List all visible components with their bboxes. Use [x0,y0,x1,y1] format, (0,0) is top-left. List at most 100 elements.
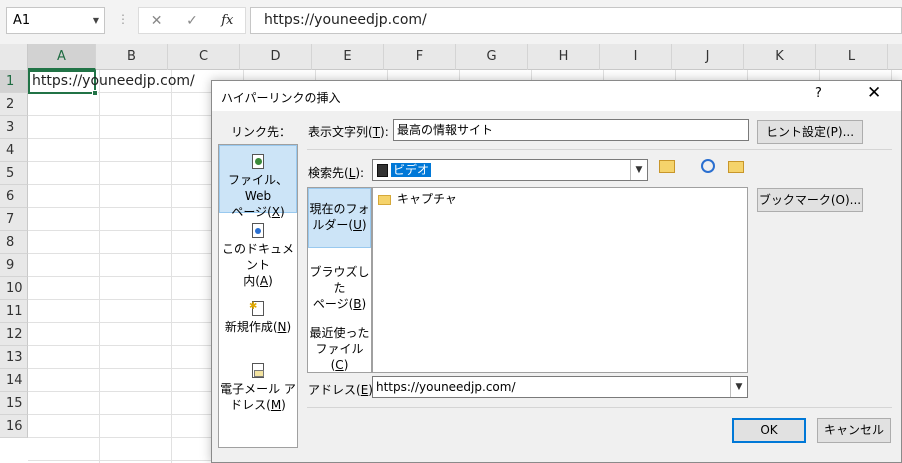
column-header-b[interactable]: B [96,44,168,70]
row-header-11[interactable]: 11 [0,300,28,323]
label-part: 表示文字列( [308,125,373,139]
list-item[interactable]: キャプチャ [378,190,457,207]
label-part: ): [355,166,365,180]
select-all-corner[interactable] [0,44,28,70]
screentip-button[interactable]: ヒント設定(P)... [757,120,863,144]
column-header-l[interactable]: L [816,44,888,70]
link-to-email-label-2: ドレス( [230,398,271,412]
formula-bar-separator: ⋮ [117,12,129,26]
access-key: A [259,274,269,288]
current-folder-tab[interactable]: 現在のフォ ルダー(U) [308,188,371,248]
browsed-pages-label-2: ページ( [312,297,354,311]
paren: ) [268,274,273,288]
cell-a1-value: https://youneedjp.com/ [32,73,195,89]
row-header-16[interactable]: 16 [0,415,28,438]
label-part: 検索先( [308,166,349,180]
help-icon[interactable]: ? [815,86,822,101]
row-header-6[interactable]: 6 [0,185,28,208]
row-header-9[interactable]: 9 [0,254,28,277]
column-header-h[interactable]: H [528,44,600,70]
cancel-button[interactable]: キャンセル [817,418,891,443]
column-header-f[interactable]: F [384,44,456,70]
email-icon [251,363,265,379]
row-header-15[interactable]: 15 [0,392,28,415]
row-header-7[interactable]: 7 [0,208,28,231]
label-part: ): [380,125,389,139]
paren: ) [361,297,367,311]
name-box[interactable]: A1 ▼ [6,7,105,34]
dialog-title: ハイパーリンクの挿入 [221,91,341,105]
paren: ) [281,398,286,412]
recent-files-tab[interactable]: 最近使った ファイル(C) [308,325,371,372]
address-label: アドレス(E): [308,381,377,398]
formula-bar-buttons: ✕ ✓ fx [138,7,246,34]
insert-function-icon[interactable]: fx [210,13,245,28]
link-to-this-doc-label-1: このドキュメント [221,242,294,272]
file-list[interactable]: キャプチャ [372,187,748,373]
fill-handle[interactable] [92,90,98,96]
row-header-12[interactable]: 12 [0,323,28,346]
video-folder-icon [377,164,388,177]
link-to-new-doc-label: 新規作成( [224,320,278,334]
paren: ) [343,358,349,372]
row-header-5[interactable]: 5 [0,162,28,185]
link-to-new-document[interactable]: ✱ 新規作成(N) [219,301,297,341]
address-input[interactable]: https://youneedjp.com/ ▼ [372,376,748,398]
insert-hyperlink-dialog: ハイパーリンクの挿入 ? ✕ リンク先： ファイル、Web ページ(X) このド… [211,80,902,463]
row-header-13[interactable]: 13 [0,346,28,369]
access-key: B [353,297,362,311]
column-header-i[interactable]: I [600,44,672,70]
row-header-3[interactable]: 3 [0,116,28,139]
column-header-d[interactable]: D [240,44,312,70]
browsed-pages-tab[interactable]: ブラウズした ページ(B) [308,264,371,311]
row-header-14[interactable]: 14 [0,369,28,392]
browse-web-icon[interactable] [697,158,719,180]
column-header-c[interactable]: C [168,44,240,70]
chevron-down-icon[interactable]: ▼ [93,8,99,33]
document-icon [251,223,265,239]
access-key: X [271,205,280,219]
link-to-file-web[interactable]: ファイル、Web ページ(X) [219,145,297,219]
link-to-label: リンク先： [231,125,292,139]
browse-file-icon[interactable] [725,158,747,180]
link-to-email[interactable]: 電子メール ア ドレス(M) [219,363,297,423]
paren: ) [361,218,367,232]
column-header-e[interactable]: E [312,44,384,70]
formula-input[interactable]: https://youneedjp.com/ [250,7,902,34]
recent-files-label-1: 最近使った [309,326,370,340]
look-in-label: 検索先(L): [308,164,364,181]
chevron-down-icon[interactable]: ▼ [630,160,647,180]
column-header-j[interactable]: J [672,44,744,70]
browsed-pages-label-1: ブラウズした [309,265,370,295]
row-header-10[interactable]: 10 [0,277,28,300]
link-to-file-web-label-2: ページ( [231,205,272,219]
row-headers: 1 2 3 4 5 6 7 8 9 10 11 12 13 14 15 16 [0,70,28,438]
row-header-1[interactable]: 1 [0,70,28,93]
ok-button[interactable]: OK [732,418,806,443]
look-in-navigation: 現在のフォ ルダー(U) ブラウズした ページ(B) 最近使った ファイル(C) [307,187,372,373]
access-key: U [353,218,362,232]
enter-icon[interactable]: ✓ [174,13,209,29]
new-document-icon: ✱ [249,301,265,317]
column-header-a[interactable]: A [28,44,96,70]
link-to-this-document[interactable]: このドキュメント 内(A) [219,223,297,288]
chevron-down-icon[interactable]: ▼ [730,377,747,397]
display-text-input[interactable]: 最高の情報サイト [393,119,749,141]
bookmark-button[interactable]: ブックマーク(O)... [757,188,863,212]
up-folder-icon[interactable] [656,158,678,180]
row-header-8[interactable]: 8 [0,231,28,254]
link-to-this-doc-label-2: 内( [243,274,260,288]
access-key: C [335,358,344,372]
name-box-value: A1 [13,13,31,28]
column-header-g[interactable]: G [456,44,528,70]
column-header-k[interactable]: K [744,44,816,70]
row-header-4[interactable]: 4 [0,139,28,162]
look-in-combobox[interactable]: ビデオ ▼ [372,159,648,181]
close-icon[interactable]: ✕ [867,83,881,103]
display-text-label: 表示文字列(T): [308,123,389,140]
row-header-2[interactable]: 2 [0,93,28,116]
cancel-icon[interactable]: ✕ [139,13,174,29]
look-in-value: ビデオ [391,163,432,177]
divider [307,407,892,408]
current-folder-label-2: ルダー( [312,218,354,232]
